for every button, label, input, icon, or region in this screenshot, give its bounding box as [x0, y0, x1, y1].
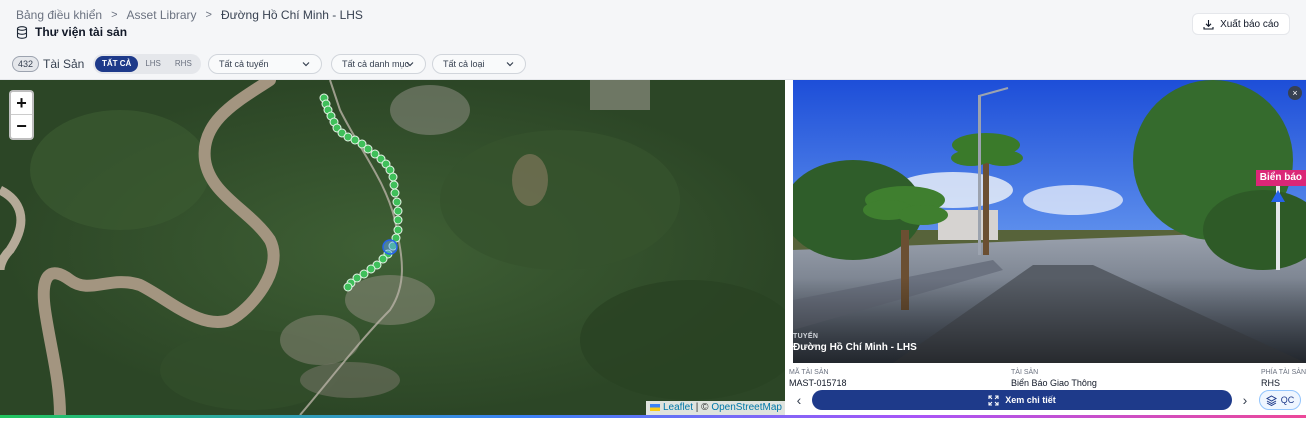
route-caption-value: Đường Hồ Chí Minh - LHS	[793, 342, 917, 353]
zoom-out-button[interactable]: −	[11, 115, 32, 138]
category-filter-label: Tất cả danh mục	[342, 59, 410, 69]
leaflet-link[interactable]: Leaflet	[663, 402, 693, 413]
chevron-down-icon	[406, 62, 414, 67]
segment-rhs[interactable]: RHS	[168, 56, 199, 72]
openstreetmap-link[interactable]: OpenStreetMap	[711, 402, 782, 413]
asset-code-value: MAST-015718	[789, 378, 847, 388]
route-caption-label: TUYẾN	[793, 333, 819, 340]
zoom-control: + −	[9, 90, 34, 140]
type-filter-label: Tất cả loại	[443, 59, 485, 69]
breadcrumb-asset-library[interactable]: Asset Library	[127, 8, 197, 22]
breadcrumb-separator-icon: >	[205, 9, 212, 21]
qc-button[interactable]: QC	[1259, 390, 1301, 410]
photo-caption: TUYẾN Đường Hồ Chí Minh - LHS	[793, 333, 917, 353]
breadcrumb-dashboard[interactable]: Bảng điều khiển	[16, 8, 102, 22]
zoom-in-button[interactable]: +	[11, 92, 32, 115]
asset-name-value: Biển Báo Giao Thông	[1011, 378, 1097, 388]
selected-marker	[382, 239, 398, 255]
asset-detail-panel: × Biển báo TUYẾN Đường Hồ Chí Minh - LHS…	[785, 80, 1306, 415]
close-photo-button[interactable]: ×	[1288, 86, 1302, 100]
asset-count-label: Tài Sản	[43, 57, 85, 71]
satellite-map[interactable]	[0, 80, 785, 415]
breadcrumb-current: Đường Hồ Chí Minh - LHS	[220, 8, 363, 22]
type-filter-dropdown[interactable]: Tất cả loại	[432, 54, 526, 74]
export-report-label: Xuất báo cáo	[1220, 18, 1279, 30]
view-detail-button[interactable]: Xem chi tiết	[812, 390, 1232, 410]
layers-icon	[1265, 394, 1277, 406]
previous-asset-button[interactable]: ‹	[790, 392, 808, 410]
page-title-text: Thư viện tài sản	[35, 25, 128, 39]
asset-side-field: PHÍA TÀI SẢN RHS	[1261, 369, 1306, 388]
bottom-strip	[0, 418, 1306, 425]
side-segmented-control: TẤT CẢ LHS RHS	[93, 54, 201, 74]
route-filter-label: Tất cả tuyến	[219, 59, 269, 69]
next-asset-button[interactable]: ›	[1236, 392, 1254, 410]
segment-lhs[interactable]: LHS	[138, 56, 168, 72]
database-icon	[16, 25, 28, 39]
segment-all[interactable]: TẤT CẢ	[95, 56, 139, 72]
asset-name-label: TÀI SẢN	[1011, 369, 1039, 376]
expand-icon	[988, 394, 999, 406]
chevron-down-icon	[506, 62, 514, 67]
breadcrumb: Bảng điều khiển > Asset Library > Đường …	[16, 8, 363, 22]
street-photo-image	[793, 80, 1306, 363]
breadcrumb-separator-icon: >	[111, 9, 118, 21]
asset-count-badge: 432	[12, 56, 40, 72]
street-view-photo: × Biển báo	[793, 80, 1306, 363]
export-report-button[interactable]: Xuất báo cáo	[1192, 13, 1290, 35]
chevron-down-icon	[302, 62, 310, 67]
asset-name-field: TÀI SẢN Biển Báo Giao Thông	[1011, 369, 1097, 388]
category-filter-dropdown[interactable]: Tất cả danh mục	[331, 54, 426, 74]
asset-type-tag: Biển báo	[1255, 170, 1306, 186]
view-detail-label: Xem chi tiết	[1005, 395, 1056, 405]
download-icon	[1203, 19, 1214, 30]
asset-code-label: MÃ TÀI SẢN	[789, 369, 829, 376]
map-tiles	[0, 80, 785, 415]
asset-code-field: MÃ TÀI SẢN MAST-015718	[789, 369, 847, 388]
filter-toolbar: 432 Tài Sản TẤT CẢ LHS RHS Tất cả tuyến …	[0, 48, 1306, 80]
qc-label: QC	[1280, 395, 1295, 405]
route-filter-dropdown[interactable]: Tất cả tuyến	[208, 54, 322, 74]
page-title: Thư viện tài sản	[16, 25, 127, 39]
asset-side-value: RHS	[1261, 378, 1281, 388]
asset-navigation: ‹ Xem chi tiết › QC	[785, 390, 1306, 412]
map-attribution: Leaflet | © OpenStreetMap	[646, 401, 786, 415]
leaflet-flag-icon	[650, 404, 660, 411]
asset-info-row: MÃ TÀI SẢN MAST-015718 TÀI SẢN Biển Báo …	[789, 369, 1306, 391]
page-header: Bảng điều khiển > Asset Library > Đường …	[0, 0, 1306, 48]
asset-side-label: PHÍA TÀI SẢN	[1261, 369, 1306, 376]
attribution-separator: | ©	[693, 402, 712, 413]
